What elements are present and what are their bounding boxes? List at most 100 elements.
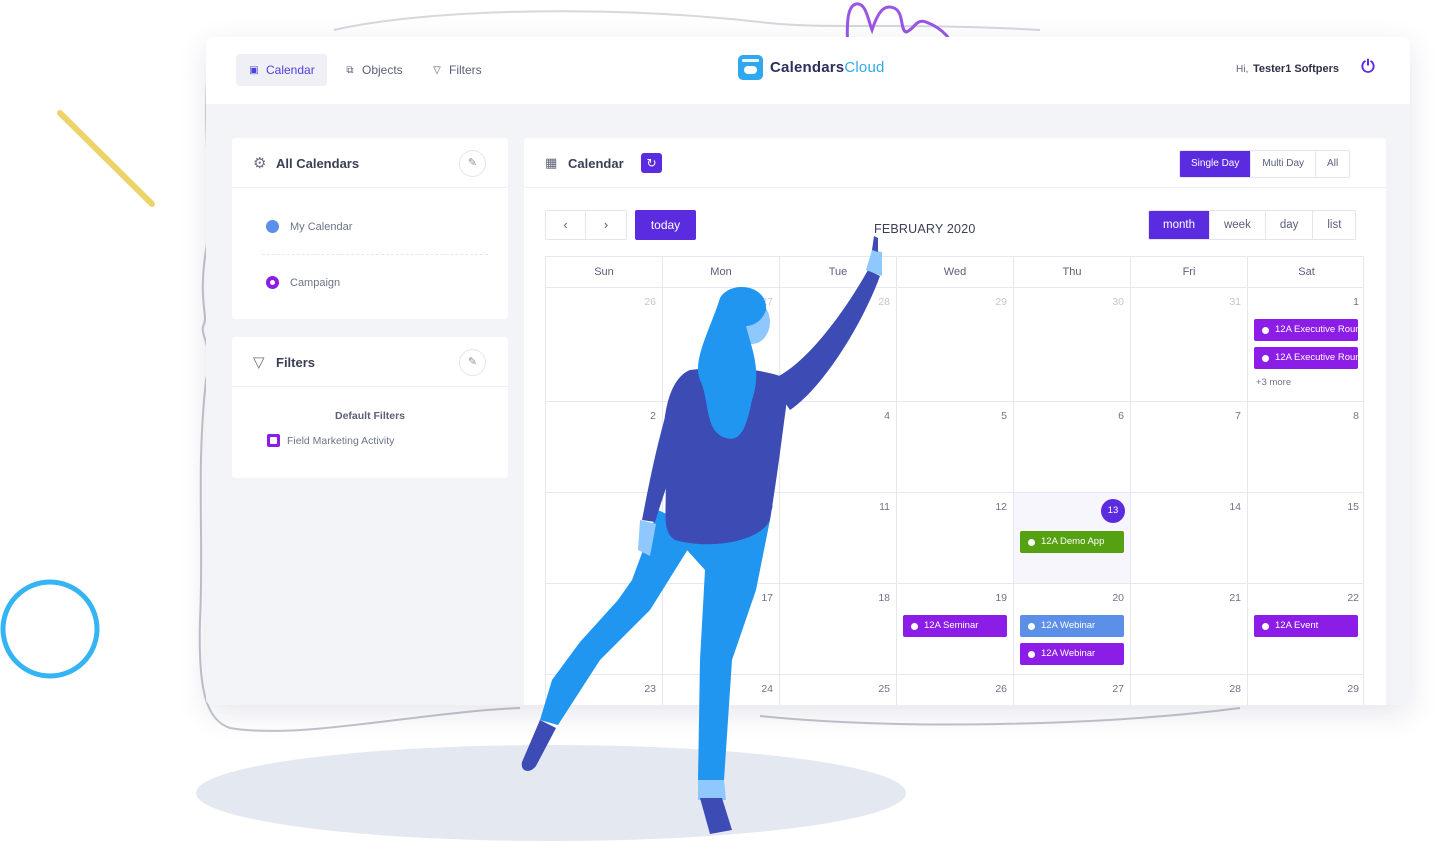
event-chip[interactable]: 12A Seminar [903,615,1007,637]
day-number: 22 [1347,592,1359,604]
scribble-line-bottom [759,707,1241,726]
day-cell[interactable]: 22 12A Event [1248,584,1365,674]
day-cell[interactable]: 27 [1014,675,1131,705]
day-cell[interactable]: 14 [1131,493,1248,583]
event-chip[interactable]: 12A Webinar [1020,615,1124,637]
prev-button[interactable]: ‹ [546,211,586,239]
day-cell[interactable]: 4 [780,402,897,492]
filter-checkbox[interactable] [267,434,280,447]
week-row: 23 24 25 26 27 28 29 [545,675,1364,705]
day-number: 27 [1112,683,1124,695]
top-navigation-bar: ▣ Calendar ⧉ Objects ▽ Filters Calendars… [206,37,1410,104]
filters-title: Filters [276,355,316,370]
day-cell[interactable]: 29 [1248,675,1365,705]
all-button[interactable]: All [1316,151,1349,177]
day-cell[interactable]: 26 [897,675,1014,705]
power-icon[interactable]: ⏻ [1359,58,1377,76]
day-cell[interactable]: 17 [663,584,780,674]
day-cell[interactable]: 25 [780,675,897,705]
event-chip[interactable]: 12A Event [1254,615,1358,637]
weekday-header: Thu [1014,257,1131,287]
day-number: 14 [1229,501,1241,513]
weekday-header: Wed [897,257,1014,287]
day-cell[interactable]: 24 [663,675,780,705]
day-cell[interactable]: 19 12A Seminar [897,584,1014,674]
list-view-button[interactable]: list [1313,211,1355,239]
brand-logo[interactable]: CalendarsCloud [738,55,885,80]
floor-shadow [196,745,906,841]
calendar-item-my-calendar[interactable]: My Calendar [266,220,352,233]
day-cell[interactable]: 2 [546,402,663,492]
day-cell[interactable]: 10 [663,493,780,583]
edit-calendars-button[interactable]: ✎ [459,150,486,177]
day-number: 6 [1118,410,1124,422]
filter-icon: ▽ [433,64,441,76]
day-cell[interactable]: 28 [1131,675,1248,705]
day-cell[interactable]: 18 [780,584,897,674]
calendar-icon: ▣ [249,64,259,76]
day-cell[interactable]: 15 [1248,493,1365,583]
more-events-link[interactable]: +3 more [1256,377,1291,388]
day-cell[interactable]: 7 [1131,402,1248,492]
week-row: 9 10 11 12 13 12A Demo App 14 15 [545,493,1364,584]
nav-objects[interactable]: ⧉ Objects [332,54,415,86]
calendar-item-campaign[interactable]: Campaign [266,276,340,289]
day-cell[interactable]: 23 [546,675,663,705]
gear-icon: ⚙ [253,155,267,172]
view-mode-toggle: month week day list [1148,210,1357,240]
day-cell[interactable]: 11 [780,493,897,583]
day-number: 31 [1229,296,1241,308]
event-chip[interactable]: 12A Executive Roundtable [1254,319,1358,341]
day-cell[interactable]: 1 12A Executive Roundtable 12A Executive R… [1248,288,1365,401]
multi-day-button[interactable]: Multi Day [1251,151,1317,177]
nav-calendar[interactable]: ▣ Calendar [236,54,327,86]
day-cell[interactable]: 28 [780,288,897,401]
event-chip[interactable]: 12A Demo App [1020,531,1124,553]
day-cell[interactable]: 26 [546,288,663,401]
day-cell[interactable]: 6 [1014,402,1131,492]
day-cell[interactable]: 27 [663,288,780,401]
day-cell[interactable]: 31 [1131,288,1248,401]
weekday-header: Sat [1298,266,1315,278]
day-number: 20 [1112,592,1124,604]
edit-filters-button[interactable]: ✎ [459,349,486,376]
day-cell[interactable]: 16 [546,584,663,674]
week-view-button[interactable]: week [1210,211,1266,239]
day-number: 16 [644,592,656,604]
day-view-button[interactable]: day [1266,211,1314,239]
day-number: 17 [761,592,773,604]
refresh-button[interactable]: ↻ [641,153,662,173]
day-cell[interactable]: 29 [897,288,1014,401]
day-cell[interactable]: 5 [897,402,1014,492]
scribble-line-top [333,10,1041,31]
today-button[interactable]: today [635,210,696,240]
next-button[interactable]: › [586,211,626,239]
day-cell[interactable]: 8 [1248,402,1365,492]
single-day-button[interactable]: Single Day [1180,151,1252,177]
weekday-header: Sun [546,257,663,287]
day-number: 26 [995,683,1007,695]
day-number: 9 [650,501,656,513]
nav-filters[interactable]: ▽ Filters [419,54,494,86]
weekday-header: Mon [663,257,780,287]
day-cell[interactable]: 9 [546,493,663,583]
day-number: 25 [878,683,890,695]
default-filters-heading: Default Filters [334,410,405,422]
day-cell[interactable]: 20 12A Webinar 12A Webinar [1014,584,1131,674]
day-number: 3 [767,410,773,422]
brand-name-accent: Cloud [844,59,885,76]
day-number: 2 [650,410,656,422]
month-view-button[interactable]: month [1149,211,1210,239]
day-cell[interactable]: 12 [897,493,1014,583]
event-chip[interactable]: 12A Webinar [1020,643,1124,665]
day-cell[interactable]: 21 [1131,584,1248,674]
day-cell[interactable]: 30 [1014,288,1131,401]
day-cell[interactable]: 13 12A Demo App [1014,493,1131,583]
calendar-cloud-icon [738,55,763,80]
user-name[interactable]: Tester1 Softpers [1253,63,1339,75]
event-chip[interactable]: 12A Executive Roundtable [1254,347,1358,369]
objects-icon: ⧉ [346,64,354,76]
day-cell[interactable]: 3 [663,402,780,492]
filter-item-field-marketing[interactable]: Field Marketing Activity [267,434,394,447]
day-number: 18 [878,592,890,604]
